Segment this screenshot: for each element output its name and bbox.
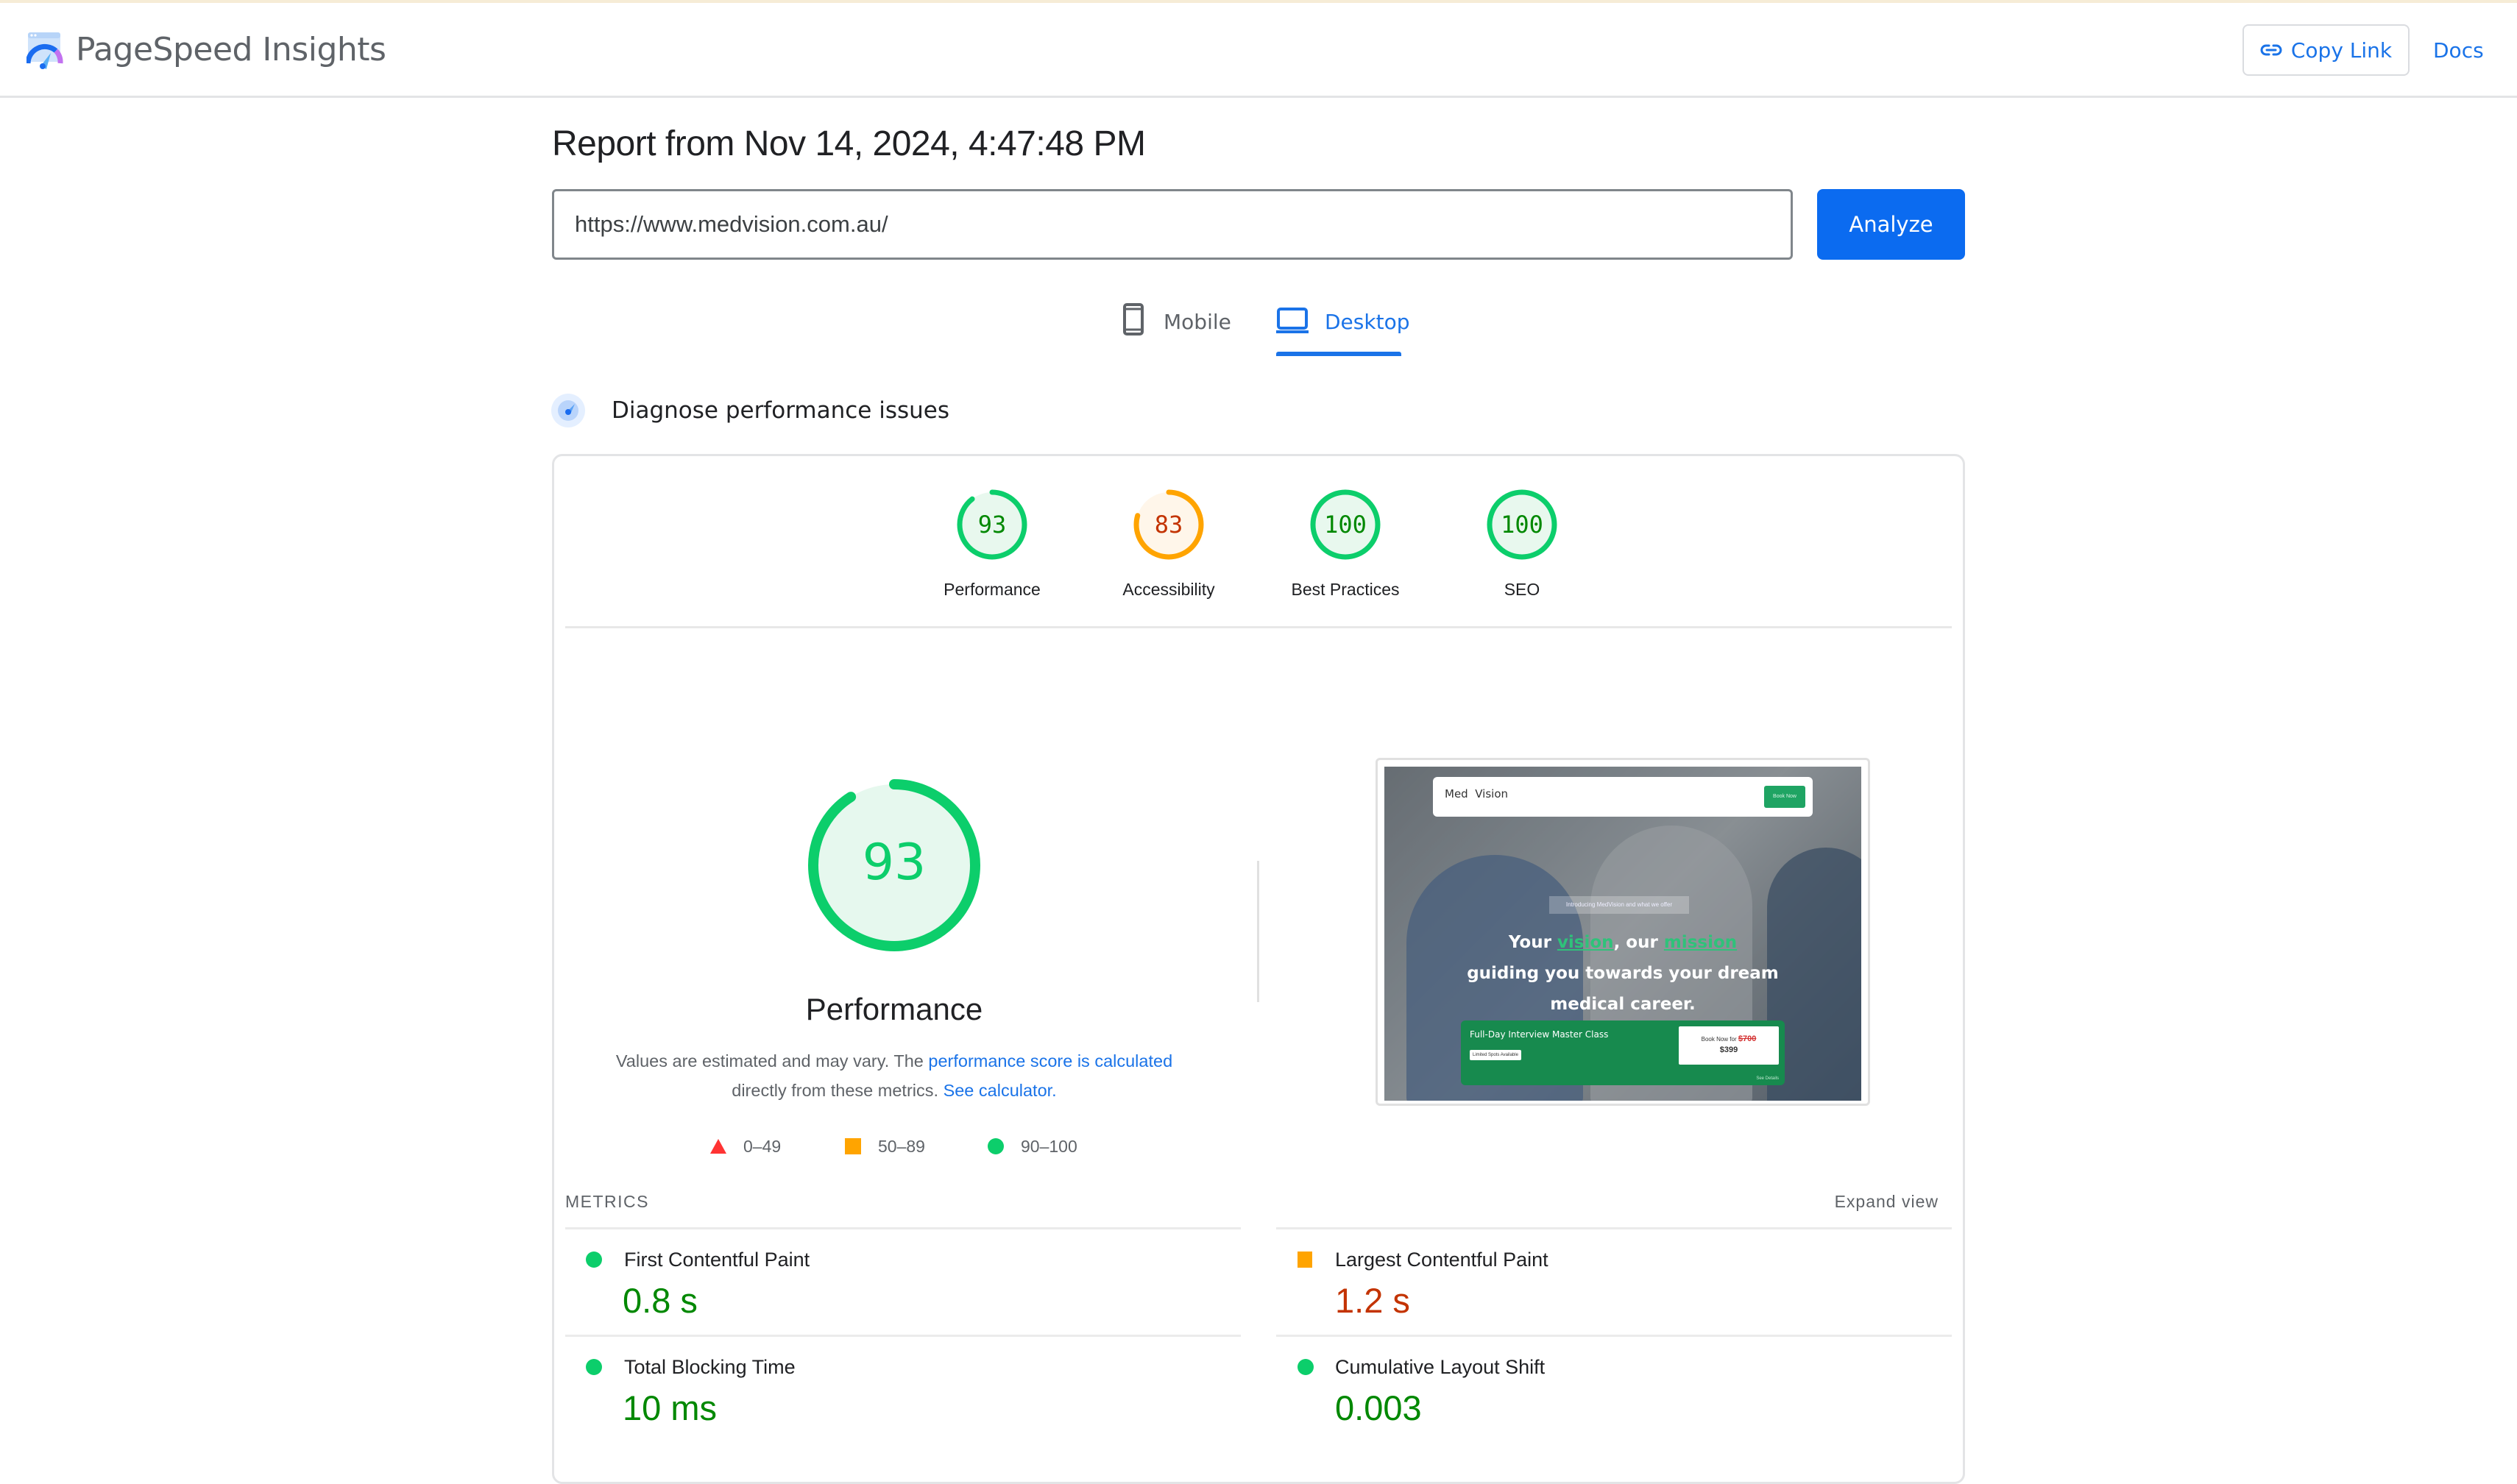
screenshot-navbar: Med Vision Book Now (1433, 777, 1813, 817)
diagnose-title: Diagnose performance issues (612, 397, 950, 424)
screenshot-book-button: Book Now (1764, 786, 1805, 808)
screenshot-headline: Your vision, our mission guiding you tow… (1384, 927, 1861, 1020)
performance-description: Values are estimated and may vary. The p… (574, 1046, 1214, 1105)
cta-price-prefix: Book Now for (1701, 1036, 1738, 1043)
metric-name-tbt: Total Blocking Time (624, 1356, 796, 1378)
legend-average: 50–89 (844, 1134, 925, 1159)
pagespeed-logo-icon (26, 32, 63, 69)
diagnose-gauge-icon (551, 394, 585, 427)
copy-link-button[interactable]: Copy Link (2242, 24, 2410, 76)
analyze-button[interactable]: Analyze (1817, 189, 1965, 260)
see-calculator-link[interactable]: See calculator. (944, 1081, 1057, 1100)
screenshot-cta-banner: Full-Day Interview Master Class Limited … (1461, 1020, 1785, 1085)
desc-text-2: directly from these metrics. (732, 1081, 944, 1100)
headline-highlight: vision (1557, 933, 1614, 952)
tab-mobile-label: Mobile (1164, 310, 1231, 334)
metric-value-tbt: 10 ms (623, 1388, 717, 1427)
score-value: 100 (1324, 511, 1367, 539)
metric-name-cls: Cumulative Layout Shift (1335, 1356, 1546, 1378)
metric-name-fcp: First Contentful Paint (624, 1249, 810, 1271)
smartphone-icon (1123, 303, 1144, 336)
docs-link[interactable]: Docs (2433, 36, 2484, 65)
url-input[interactable] (552, 189, 1793, 260)
triangle-icon (710, 1139, 726, 1154)
app-header: PageSpeed Insights Copy Link Docs (0, 3, 2517, 98)
metric-name-lcp: Largest Contentful Paint (1335, 1249, 1548, 1271)
cta-title: Full-Day Interview Master Class (1470, 1029, 1609, 1040)
score-value: 100 (1501, 511, 1543, 539)
cta-tag: Limited Spots Available (1470, 1050, 1521, 1060)
final-screenshot[interactable]: Med Vision Book Now Introducing MedVisio… (1376, 758, 1870, 1106)
pass-circle-icon (586, 1252, 602, 1268)
metric-value-cls: 0.003 (1335, 1388, 1422, 1427)
score-label: Best Practices (1291, 580, 1400, 599)
cta-old-price: $700 (1738, 1034, 1757, 1043)
screenshot-logo: Med Vision (1445, 787, 1509, 800)
score-calculated-link[interactable]: performance score is calculated (928, 1051, 1172, 1071)
scores-divider (565, 626, 1952, 628)
legend-pass: 90–100 (987, 1134, 1077, 1159)
headline-highlight: mission (1663, 933, 1738, 952)
square-icon (845, 1138, 861, 1154)
metric-divider (1276, 1227, 1952, 1229)
active-tab-indicator (1276, 352, 1401, 356)
headline-part: , our (1613, 933, 1664, 952)
expand-view-toggle[interactable]: Expand view (1825, 1190, 1939, 1213)
metric-divider (565, 1335, 1241, 1337)
cta-price-box: Book Now for $700 $399 (1679, 1026, 1779, 1065)
performance-title: Performance (805, 992, 983, 1026)
metric-divider (1276, 1335, 1952, 1337)
legend-average-range: 50–89 (878, 1136, 925, 1156)
average-square-icon (1298, 1252, 1312, 1268)
cta-details: See Details (1756, 1076, 1779, 1081)
metric-value-lcp: 1.2 s (1335, 1281, 1410, 1320)
cta-new-price: $399 (1719, 1045, 1738, 1054)
tab-desktop-label: Desktop (1325, 310, 1410, 334)
laptop-icon (1276, 308, 1309, 333)
score-label: SEO (1504, 580, 1540, 599)
link-icon (2260, 44, 2282, 56)
score-value: 93 (977, 511, 1007, 539)
headline-line-2: guiding you towards your dream (1467, 964, 1779, 983)
tab-mobile[interactable]: Mobile (1118, 303, 1231, 356)
metric-divider (565, 1227, 1241, 1229)
vertical-divider (1257, 861, 1259, 1002)
metrics-section-label: METRICS (565, 1192, 649, 1211)
report-title: Report from Nov 14, 2024, 4:47:48 PM (552, 124, 1146, 163)
desc-text-1: Values are estimated and may vary. The (615, 1051, 929, 1071)
app-title: PageSpeed Insights (76, 31, 386, 68)
score-label: Accessibility (1122, 580, 1215, 599)
screenshot-intro: Introducing MedVision and what we offer (1549, 896, 1689, 914)
headline-part: Your (1508, 933, 1557, 952)
score-value: 83 (1154, 511, 1183, 539)
pass-circle-icon (1298, 1359, 1314, 1375)
metric-value-fcp: 0.8 s (623, 1281, 698, 1320)
tab-desktop[interactable]: Desktop (1276, 303, 1409, 356)
legend-pass-range: 90–100 (1021, 1136, 1077, 1156)
headline-line-3: medical career. (1550, 995, 1696, 1014)
screenshot-image: Med Vision Book Now Introducing MedVisio… (1384, 767, 1861, 1101)
legend-fail-range: 0–49 (743, 1136, 782, 1156)
score-label: Performance (944, 580, 1041, 599)
pass-circle-icon (586, 1359, 602, 1375)
performance-score-value: 93 (862, 834, 927, 892)
legend-fail: 0–49 (709, 1134, 781, 1159)
circle-icon (988, 1138, 1004, 1154)
copy-link-label: Copy Link (2290, 38, 2393, 63)
